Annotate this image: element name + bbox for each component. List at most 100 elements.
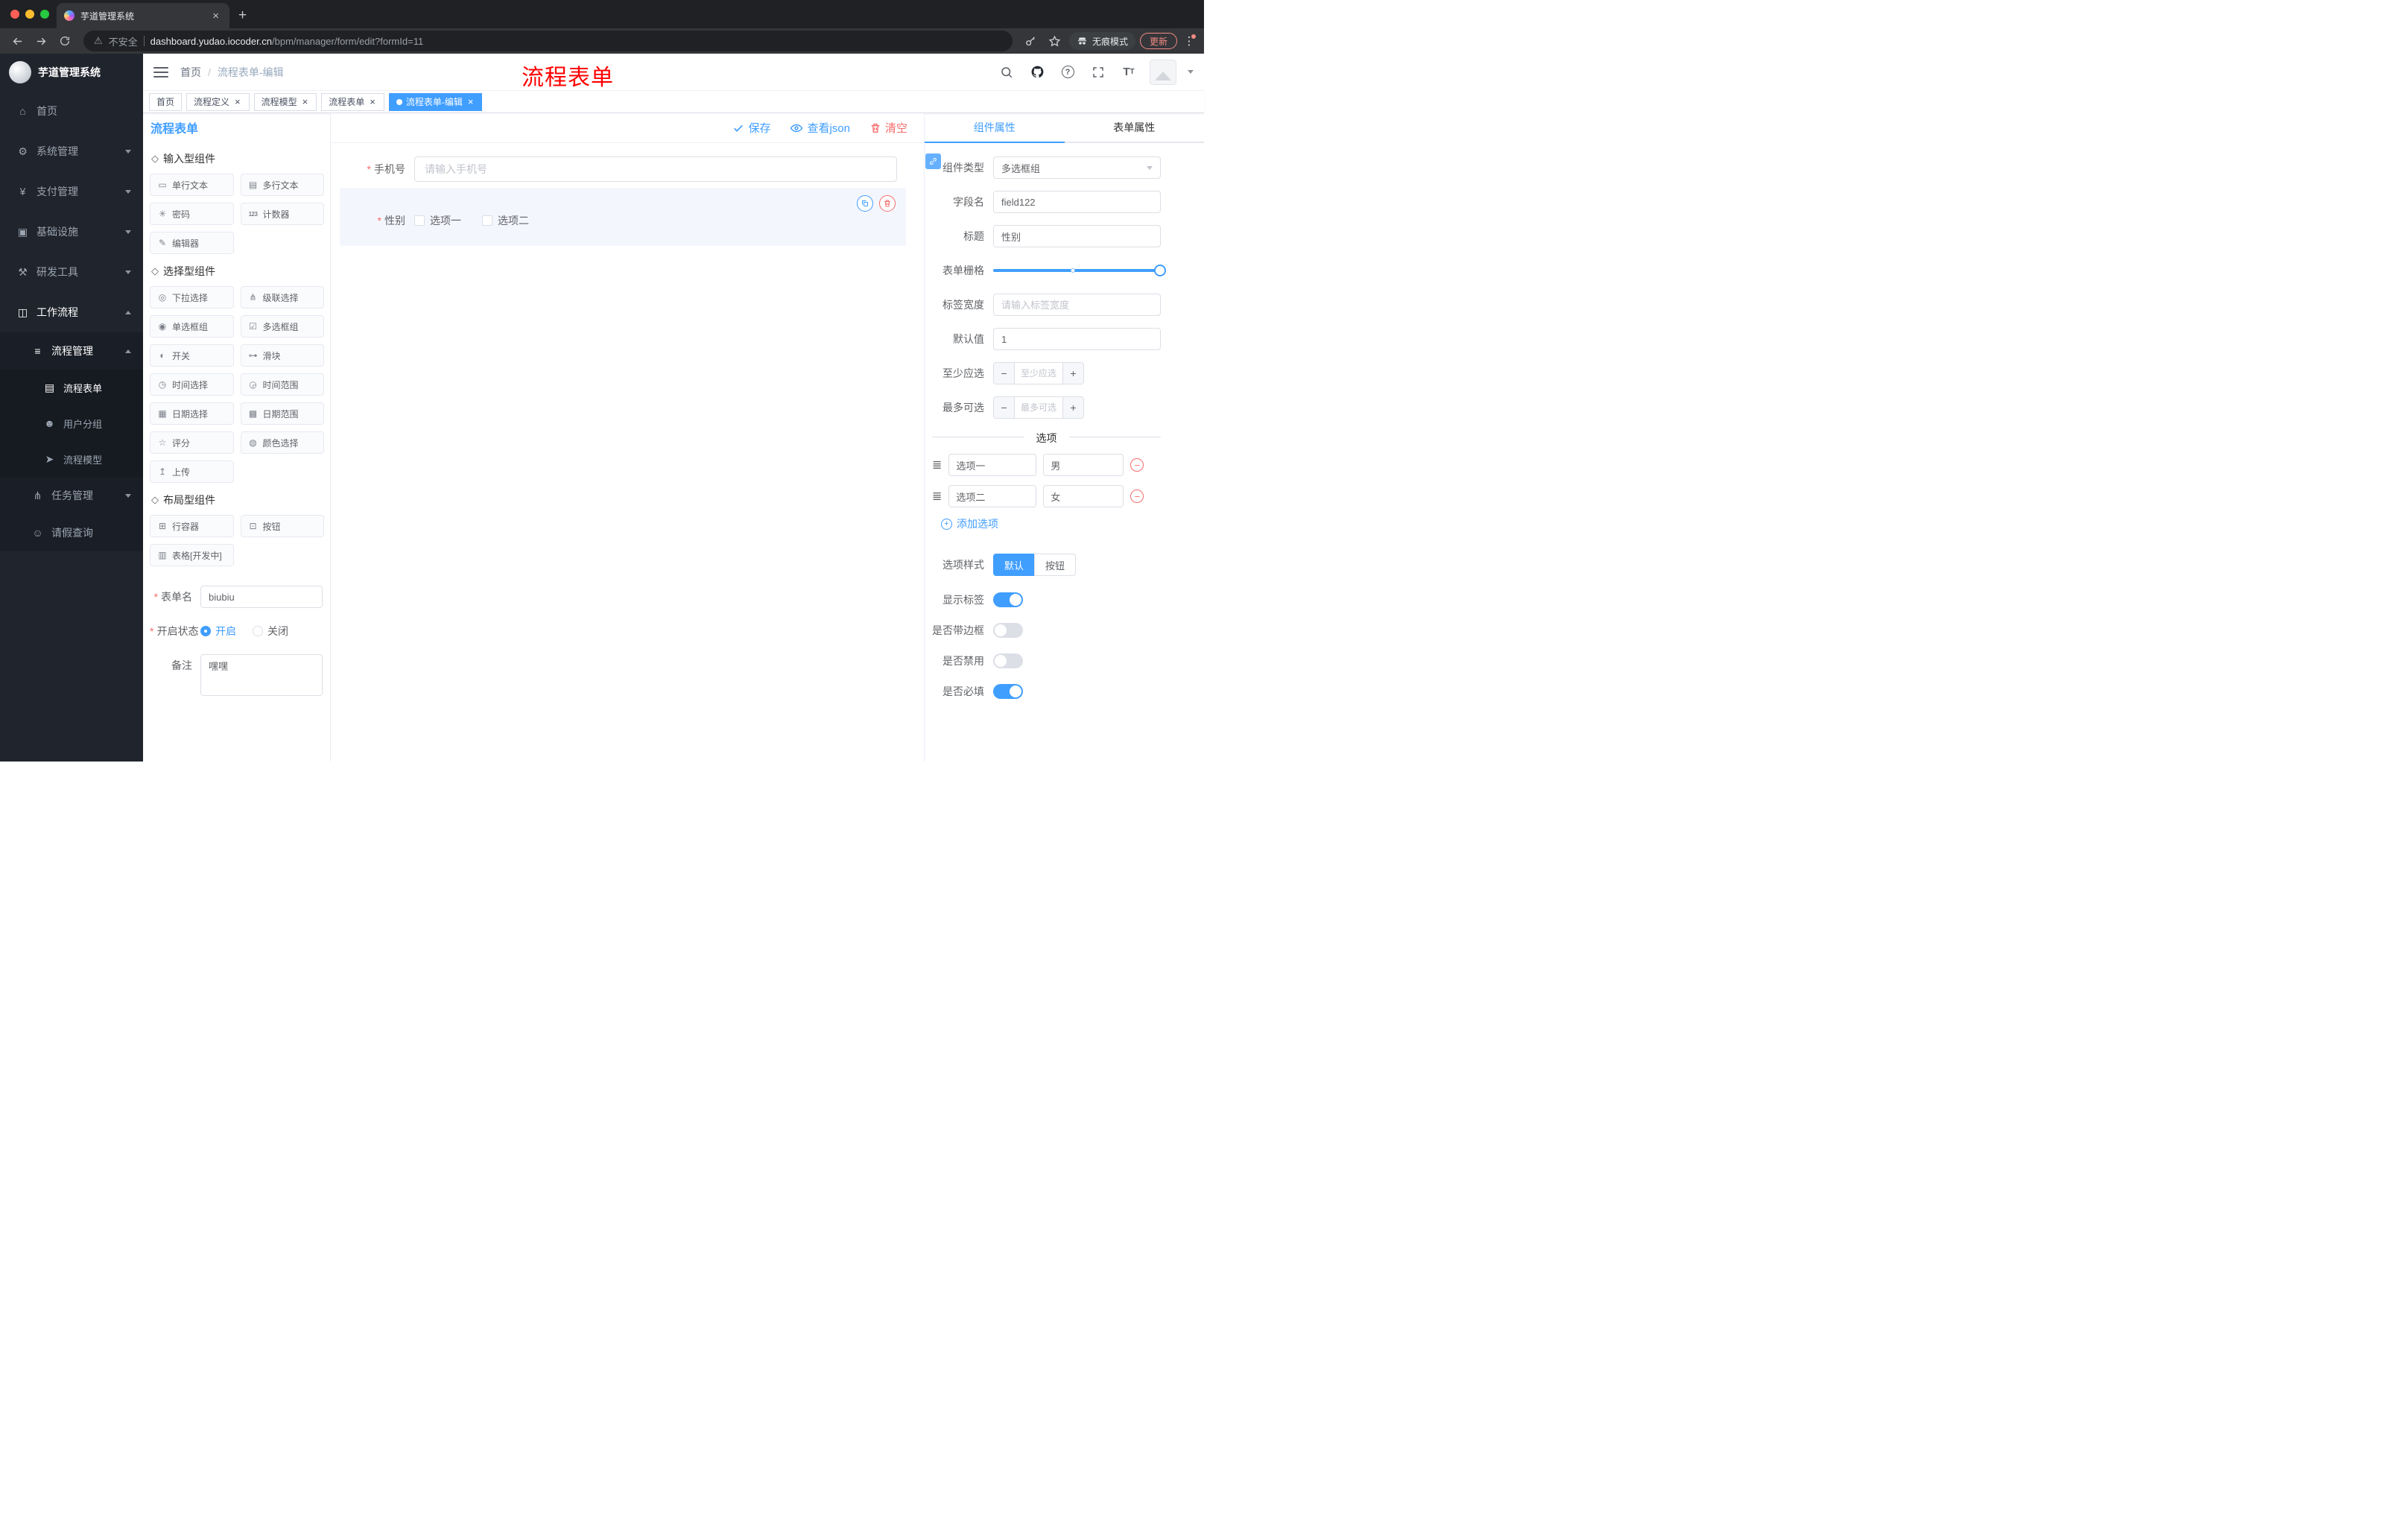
min-select-input[interactable] [1015, 363, 1062, 384]
palette-item-date-picker[interactable]: ▦ 日期选择 [150, 402, 234, 425]
search-icon[interactable] [997, 63, 1016, 82]
form-remark-textarea[interactable]: 嘿嘿 [200, 654, 323, 696]
sidebar-item-process-model[interactable]: ➤ 流程模型 [0, 441, 143, 477]
phone-field-row[interactable]: 手机号 [340, 156, 906, 182]
close-tab-icon[interactable]: × [209, 10, 222, 22]
github-icon[interactable] [1027, 63, 1047, 82]
sidebar-item-workflow[interactable]: ◫ 工作流程 [0, 292, 143, 332]
option-value-input[interactable] [1043, 454, 1124, 476]
forward-icon[interactable] [31, 31, 51, 51]
tag-process-form[interactable]: 流程表单 × [321, 92, 384, 111]
palette-item-checkbox-group[interactable]: ☑ 多选框组 [240, 315, 324, 338]
option-label-input[interactable] [948, 485, 1037, 507]
decrement-button[interactable]: − [994, 363, 1015, 384]
remove-option-icon[interactable]: − [1130, 458, 1144, 472]
palette-item-time-range[interactable]: ◶ 时间范围 [240, 373, 324, 396]
close-window-button[interactable] [10, 10, 19, 19]
palette-item-slider[interactable]: ⊶ 滑块 [240, 344, 324, 367]
decrement-button[interactable]: − [994, 397, 1015, 418]
breadcrumb-home[interactable]: 首页 [180, 65, 201, 80]
switch-required[interactable] [993, 684, 1023, 699]
sidebar-item-home[interactable]: ⌂ 首页 [0, 91, 143, 131]
tab-form-props[interactable]: 表单属性 [1065, 113, 1205, 142]
max-select-input[interactable] [1015, 397, 1062, 418]
sidebar-logo[interactable]: 芋道管理系统 [0, 54, 143, 91]
view-json-button[interactable]: 查看json [790, 120, 850, 136]
palette-item-date-range[interactable]: ▩ 日期范围 [240, 402, 324, 425]
browser-menu-icon[interactable]: ⋮ [1182, 34, 1197, 48]
palette-item-counter[interactable]: 123 计数器 [240, 203, 324, 225]
default-value-input[interactable] [993, 328, 1161, 350]
sidebar-item-system[interactable]: ⚙ 系统管理 [0, 131, 143, 171]
palette-item-editor[interactable]: ✎ 编辑器 [150, 232, 234, 254]
fullscreen-icon[interactable] [1089, 63, 1108, 82]
save-button[interactable]: 保存 [732, 120, 770, 136]
status-radio-on[interactable]: 开启 [200, 624, 236, 639]
close-icon[interactable]: × [368, 97, 377, 107]
sidebar-item-devtools[interactable]: ⚒ 研发工具 [0, 252, 143, 292]
sidebar-item-leave-query[interactable]: ☺ 请假查询 [0, 514, 143, 551]
delete-field-button[interactable] [879, 195, 896, 212]
font-size-icon[interactable]: TT [1119, 63, 1138, 82]
palette-item-time-picker[interactable]: ◷ 时间选择 [150, 373, 234, 396]
style-button-button[interactable]: 按钮 [1034, 554, 1077, 576]
checkbox-icon[interactable] [482, 215, 492, 226]
minimize-window-button[interactable] [25, 10, 34, 19]
sidebar-item-task-management[interactable]: ⋔ 任务管理 [0, 477, 143, 514]
palette-item-table[interactable]: ▥ 表格[开发中] [150, 544, 234, 566]
slider-handle[interactable] [1154, 265, 1166, 276]
sidebar-item-infrastructure[interactable]: ▣ 基础设施 [0, 212, 143, 252]
password-key-icon[interactable] [1021, 31, 1041, 51]
palette-item-switch[interactable]: ◐ 开关 [150, 344, 234, 367]
form-name-input[interactable] [200, 586, 323, 608]
status-radio-off[interactable]: 关闭 [253, 624, 288, 639]
palette-item-cascader[interactable]: ⋔ 级联选择 [240, 286, 324, 308]
remove-option-icon[interactable]: − [1130, 490, 1144, 503]
gender-option-2[interactable]: 选项二 [482, 213, 529, 228]
close-icon[interactable]: × [301, 97, 310, 107]
gender-field-selected[interactable]: 性别 选项一 选项二 [340, 188, 906, 246]
drag-handle-icon[interactable]: ≣ [932, 457, 942, 472]
tag-process-form-edit[interactable]: 流程表单-编辑 × [388, 92, 483, 111]
add-option-button[interactable]: + 添加选项 [941, 516, 1161, 531]
palette-item-rate[interactable]: ☆ 评分 [150, 431, 234, 454]
option-value-input[interactable] [1043, 485, 1124, 507]
increment-button[interactable]: + [1062, 397, 1083, 418]
tag-process-model[interactable]: 流程模型 × [253, 92, 317, 111]
back-icon[interactable] [7, 31, 27, 51]
bookmark-star-icon[interactable] [1045, 31, 1065, 51]
palette-item-password[interactable]: ✳ 密码 [150, 203, 234, 225]
close-icon[interactable]: × [233, 97, 242, 107]
close-icon[interactable]: × [466, 97, 475, 107]
drag-handle-icon[interactable]: ≣ [932, 489, 942, 504]
palette-item-color-picker[interactable]: ◍ 颜色选择 [240, 431, 324, 454]
increment-button[interactable]: + [1062, 363, 1083, 384]
style-default-button[interactable]: 默认 [993, 554, 1035, 576]
palette-item-textarea[interactable]: ▤ 多行文本 [240, 174, 324, 196]
new-tab-button[interactable]: + [229, 7, 256, 28]
address-bar[interactable]: ⚠ 不安全 dashboard.yudao.iocoder.cn/bpm/man… [83, 31, 1013, 51]
switch-disabled[interactable] [993, 653, 1023, 668]
palette-item-button[interactable]: ⊡ 按钮 [240, 515, 324, 537]
sidebar-item-process-management[interactable]: ≡ 流程管理 [0, 332, 143, 370]
palette-item-input[interactable]: ▭ 单行文本 [150, 174, 234, 196]
title-input[interactable] [993, 225, 1161, 247]
help-icon[interactable]: ? [1058, 63, 1077, 82]
palette-item-row-container[interactable]: ⊞ 行容器 [150, 515, 234, 537]
avatar-caret-icon[interactable] [1188, 70, 1194, 74]
sidebar-item-user-group[interactable]: ☻ 用户分组 [0, 405, 143, 441]
hamburger-icon[interactable] [153, 66, 168, 77]
maximize-window-button[interactable] [40, 10, 49, 19]
component-type-select[interactable]: 多选框组 [993, 156, 1161, 179]
palette-item-select[interactable]: ◎ 下拉选择 [150, 286, 234, 308]
switch-show-label[interactable] [993, 592, 1023, 607]
sidebar-item-process-form[interactable]: ▤ 流程表单 [0, 370, 143, 405]
gender-option-1[interactable]: 选项一 [414, 213, 461, 228]
clear-button[interactable]: 清空 [869, 120, 907, 136]
tag-home[interactable]: 首页 [149, 92, 183, 111]
field-name-input[interactable] [993, 191, 1161, 213]
user-avatar[interactable] [1150, 59, 1176, 85]
copy-field-button[interactable] [857, 195, 873, 212]
sidebar-item-payment[interactable]: ¥ 支付管理 [0, 171, 143, 212]
tag-process-definition[interactable]: 流程定义 × [186, 92, 250, 111]
